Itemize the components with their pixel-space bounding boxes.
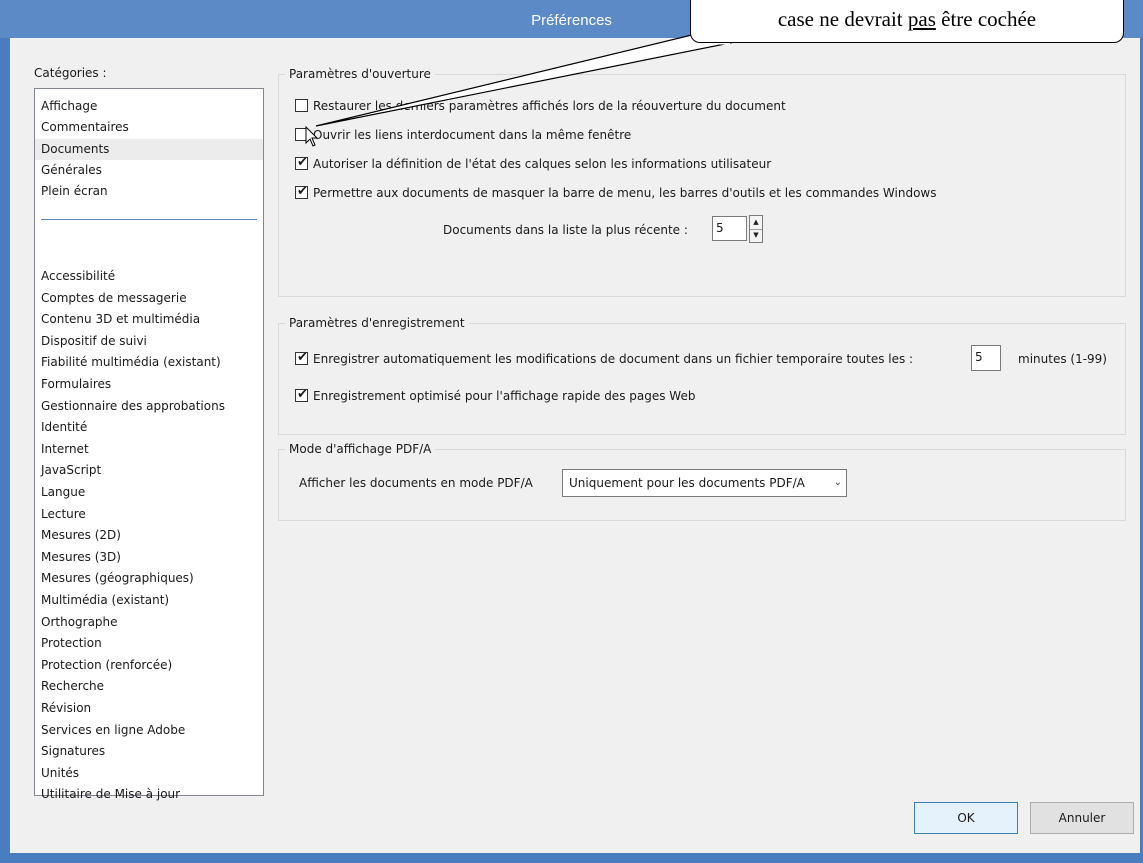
- callout-text-underlined: pas: [907, 7, 936, 31]
- callout-text-after: être cochée: [935, 7, 1037, 31]
- callout-text-before: case ne devrait: [777, 7, 908, 31]
- callout-pointer: [315, 32, 733, 127]
- arrow-cursor-icon: [305, 126, 319, 147]
- annotation-callout: case ne devrait pas être cochée: [690, 0, 1124, 43]
